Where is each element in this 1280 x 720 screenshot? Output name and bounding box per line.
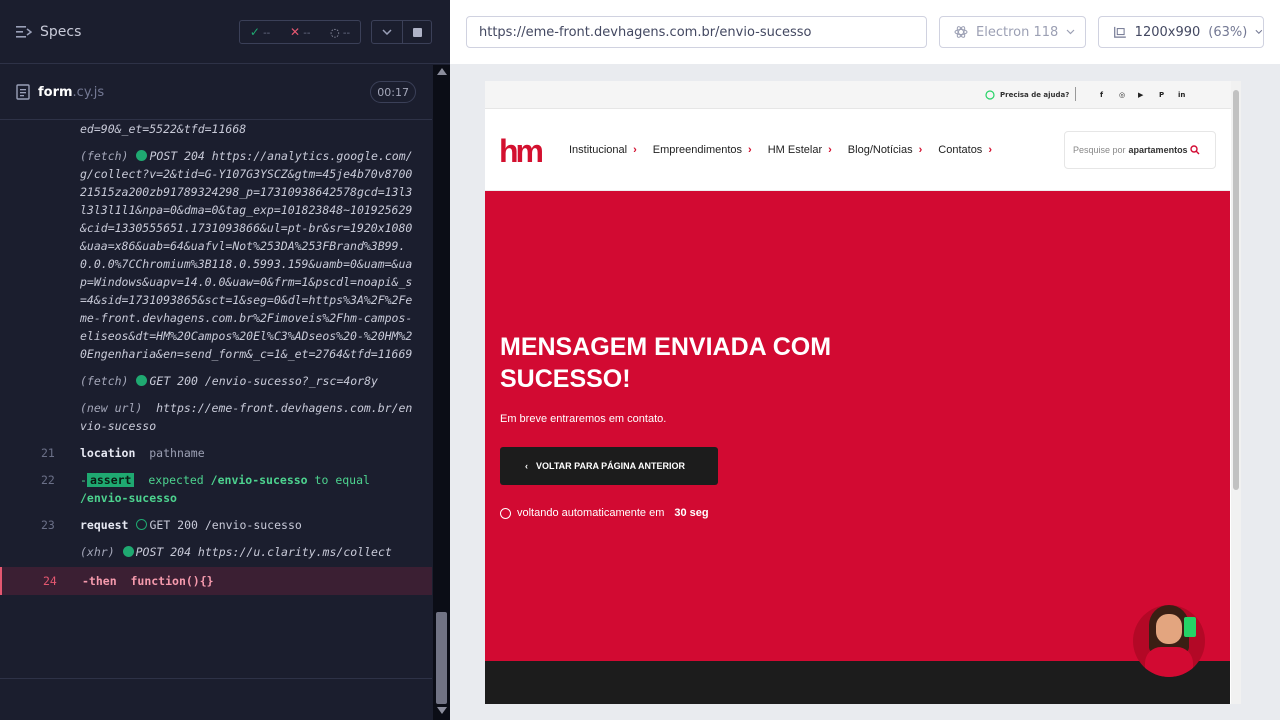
command-row[interactable]: 21 location pathname: [0, 444, 432, 462]
aut-iframe: Precisa de ajuda? f ◎ ▶ P in hm Instituc…: [485, 81, 1241, 704]
viewport-selector[interactable]: 1200x990 (63%): [1098, 16, 1264, 48]
scrollbar-thumb[interactable]: [436, 612, 447, 704]
success-dot-icon: [136, 375, 148, 386]
site-topbar: Precisa de ajuda? f ◎ ▶ P in: [485, 81, 1241, 109]
site-nav: hm Institucional › Empreendimentos › HM Es…: [485, 109, 1230, 191]
scroll-up-icon[interactable]: [437, 68, 447, 75]
site-footer: [485, 661, 1230, 704]
command-row[interactable]: (fetch) POST 204 https://analytics.google…: [0, 147, 432, 363]
success-title: MENSAGEM ENVIADA COM SUCESSO!: [500, 333, 832, 393]
whatsapp-icon: [985, 90, 995, 100]
facebook-icon[interactable]: f: [1100, 91, 1103, 99]
chevron-right-icon: ›: [988, 144, 992, 156]
duration-timer: 00:17: [370, 81, 416, 103]
check-icon: ✓: [249, 25, 260, 39]
chevron-right-icon: ›: [633, 144, 637, 156]
browser-selector[interactable]: Electron 118: [939, 16, 1086, 48]
youtube-icon[interactable]: ▶: [1138, 91, 1143, 99]
x-icon: ✕: [289, 25, 301, 39]
spec-file-name[interactable]: form.cy.js: [38, 85, 104, 100]
command-log-panel: Specs ✓ -- ✕ -- ◌ -- form.cy.js 00:17 ed…: [0, 0, 450, 720]
pinterest-icon[interactable]: P: [1159, 91, 1164, 99]
back-button[interactable]: ‹ VOLTAR PARA PÁGINA ANTERIOR: [500, 447, 718, 485]
site-logo[interactable]: hm: [499, 133, 544, 170]
electron-icon: [954, 26, 968, 38]
menu-item-blog[interactable]: Blog/Notícias ›: [848, 144, 922, 156]
spec-file-bar: form.cy.js 00:17: [0, 65, 432, 120]
browser-label: Electron 118: [976, 24, 1059, 40]
ruler-icon: [1114, 26, 1126, 38]
passed-stat: ✓ --: [249, 25, 271, 39]
command-row[interactable]: 23 request GET 200 /envio-sucesso: [0, 516, 432, 534]
reporter-header: Specs ✓ -- ✕ -- ◌ --: [0, 0, 450, 64]
command-log: ed=90&_et=5522&tfd=11668 (fetch) POST 204…: [0, 121, 432, 677]
command-row[interactable]: ed=90&_et=5522&tfd=11668: [0, 121, 432, 138]
divider: [1075, 87, 1076, 101]
chevron-right-icon: ›: [918, 144, 923, 156]
clock-icon: [500, 507, 511, 519]
menu-item-hm-estelar[interactable]: HM Estelar ›: [768, 144, 832, 156]
chevron-down-icon: [1066, 29, 1075, 35]
zoom-level: (63%): [1208, 24, 1248, 40]
aut-header: https://eme-front.devhagens.com.br/envio…: [450, 0, 1280, 64]
chevron-right-icon: ›: [828, 144, 832, 156]
menu-item-empreendimentos[interactable]: Empreendimentos ›: [653, 144, 752, 156]
menu-item-contatos[interactable]: Contatos ›: [938, 144, 992, 156]
search-icon: [1189, 145, 1200, 155]
search-input[interactable]: Pesquise por apartamentos: [1064, 131, 1216, 169]
menu-item-institucional[interactable]: Institucional ›: [569, 144, 637, 156]
viewport-size: 1200x990: [1134, 24, 1201, 40]
success-hero: MENSAGEM ENVIADA COM SUCESSO! Em breve e…: [485, 191, 1230, 661]
stop-button[interactable]: [402, 20, 432, 44]
document-icon: [16, 84, 30, 100]
specs-label: Specs: [40, 23, 82, 40]
command-row[interactable]: (xhr) POST 204 https://u.clarity.ms/colle…: [0, 543, 432, 561]
assert-row[interactable]: 22 - assert expected /envio-sucesso to eq…: [0, 471, 432, 507]
specs-list-icon: [16, 25, 32, 38]
dropdown-button[interactable]: [371, 20, 403, 44]
main-menu: Institucional › Empreendimentos › HM Estel…: [569, 144, 992, 156]
whatsapp-mascot-button[interactable]: [1133, 605, 1205, 677]
auto-redirect-notice: voltando automaticamente em 30 seg: [500, 507, 709, 519]
url-bar[interactable]: https://eme-front.devhagens.com.br/envio…: [466, 16, 927, 48]
failed-stat: ✕ --: [289, 25, 311, 39]
chevron-down-icon: [1255, 29, 1263, 35]
stats-group: ✓ -- ✕ -- ◌ --: [239, 20, 361, 44]
success-dot-icon: [122, 546, 134, 557]
spinner-icon: ◌: [330, 25, 340, 39]
command-row[interactable]: (new url) https://eme-front.devhagens.co…: [0, 399, 432, 435]
chevron-left-icon: ‹: [525, 461, 528, 471]
avatar: [1156, 614, 1182, 644]
countdown: 30 seg: [674, 507, 709, 519]
linkedin-icon[interactable]: in: [1178, 91, 1185, 99]
pending-dot-icon: [136, 519, 148, 530]
command-row[interactable]: (fetch) GET 200 /envio-sucesso?_rsc=4or8y: [0, 372, 432, 390]
scroll-down-icon[interactable]: [437, 707, 447, 714]
active-command-row[interactable]: 24 -then function(){}: [0, 567, 432, 595]
stop-icon: [412, 27, 422, 37]
chevron-down-icon: [382, 29, 392, 35]
iframe-scrollbar-thumb[interactable]: [1233, 90, 1239, 490]
success-subtitle: Em breve entraremos em contato.: [500, 413, 667, 425]
success-dot-icon: [136, 150, 148, 161]
assert-badge: assert: [86, 473, 135, 487]
help-link[interactable]: Precisa de ajuda?: [985, 90, 1069, 100]
pending-stat: ◌ --: [330, 25, 351, 39]
divider: [0, 678, 432, 679]
instagram-icon[interactable]: ◎: [1119, 91, 1125, 99]
phone-icon: [1184, 617, 1196, 637]
chevron-right-icon: ›: [748, 144, 752, 156]
specs-toggle[interactable]: Specs: [16, 24, 81, 40]
